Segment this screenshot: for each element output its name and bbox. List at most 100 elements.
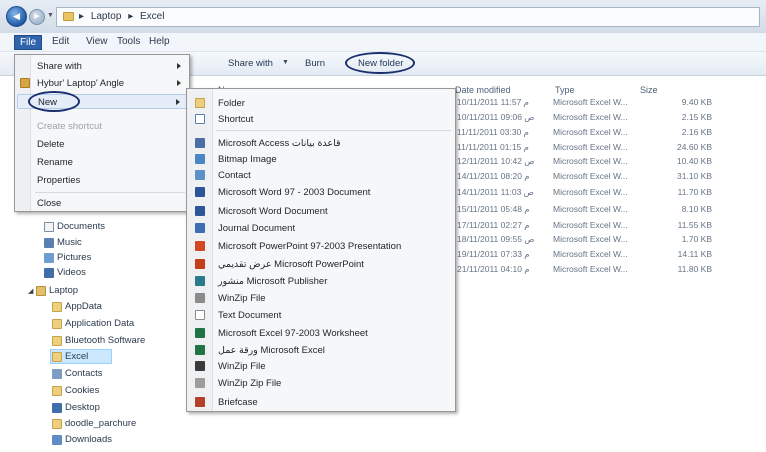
type-cell: Microsoft Excel W... (553, 249, 628, 259)
nav-item-label: Contacts (65, 368, 103, 379)
table-row[interactable]: 18/11/2011 ص 09:55 Microsoft Excel W... 1.… (455, 233, 717, 247)
table-row[interactable]: 10/11/2011 ص 09:06 Microsoft Excel W... 2.… (455, 111, 717, 125)
user-folder-icon (36, 286, 46, 296)
menu-file[interactable]: File (14, 35, 42, 50)
table-row[interactable]: 14/11/2011 م 08:20 Microsoft Excel W... 31… (455, 170, 717, 184)
nav-item-excel[interactable]: Excel (0, 350, 180, 364)
desktop-icon (52, 403, 62, 413)
table-row[interactable]: 14/11/2011 ص 11:03 Microsoft Excel W... 11… (455, 186, 717, 200)
table-row[interactable]: 10/11/2011 م 11:57 Microsoft Excel W... 9.… (455, 96, 717, 110)
table-row[interactable]: 19/11/2011 م 07:33 Microsoft Excel W... 14… (455, 248, 717, 262)
nav-item-label: doodle_parchure (65, 418, 137, 429)
new-item-text-document[interactable]: Text Document (189, 308, 454, 323)
new-item-bitmap-image[interactable]: Bitmap Image (189, 152, 454, 167)
forward-button[interactable]: ▶ (29, 9, 45, 25)
menu-edit[interactable]: Edit (52, 36, 69, 47)
new-item-powerpoint-97-2003[interactable]: Microsoft PowerPoint 97-2003 Presentatio… (189, 239, 454, 254)
table-row[interactable]: 17/11/2011 م 02:27 Microsoft Excel W... 11… (455, 219, 717, 233)
new-item-journal-document[interactable]: Journal Document (189, 221, 454, 236)
new-item-winzip-file-2[interactable]: WinZip File (189, 359, 454, 374)
new-item-shortcut[interactable]: Shortcut (189, 112, 454, 127)
back-button[interactable]: ◀ (6, 6, 27, 27)
new-item-publisher[interactable]: منشور Microsoft Publisher (189, 274, 454, 289)
address-bar[interactable]: ▸ Laptop ▸ Excel (56, 7, 760, 27)
menu-item-label: Create shortcut (37, 121, 102, 132)
nav-item-contacts[interactable]: Contacts (0, 367, 180, 381)
menu-item-properties[interactable]: Properties (17, 173, 188, 188)
nav-item-appdata[interactable]: AppData (0, 300, 180, 314)
new-item-excel-97-2003[interactable]: Microsoft Excel 97-2003 Worksheet (189, 326, 454, 341)
menu-view[interactable]: View (86, 36, 108, 47)
menu-tools[interactable]: Tools (117, 36, 140, 47)
column-header-type[interactable]: Type (555, 85, 575, 95)
menu-item-label: Delete (37, 139, 65, 150)
nav-item-downloads[interactable]: Downloads (0, 433, 180, 447)
back-arrow-icon: ◀ (13, 11, 20, 21)
breadcrumb-item-laptop[interactable]: Laptop (91, 11, 122, 22)
date-cell: 14/11/2011 م 08:20 (457, 171, 530, 181)
date-cell: 21/11/2011 م 04:10 (457, 264, 530, 274)
new-item-folder[interactable]: Folder (189, 96, 454, 111)
type-cell: Microsoft Excel W... (553, 220, 628, 230)
new-item-access-database[interactable]: Microsoft Access قاعدة بيانات (189, 136, 454, 151)
size-cell: 1.70 KB (681, 234, 712, 244)
table-row[interactable]: 21/11/2011 م 04:10 Microsoft Excel W... 11… (455, 263, 717, 277)
date-cell: 11/11/2011 م 03:30 (457, 127, 529, 137)
table-row[interactable]: 15/11/2011 م 05:48 Microsoft Excel W... 8.… (455, 203, 717, 217)
column-header-date-modified[interactable]: Date modified (455, 85, 511, 95)
briefcase-icon (195, 397, 205, 407)
nav-item-laptop[interactable]: Laptop (0, 284, 180, 298)
table-row[interactable]: 11/11/2011 م 03:30 Microsoft Excel W... 2.… (455, 126, 717, 140)
new-item-briefcase[interactable]: Briefcase (189, 395, 454, 410)
new-item-word-97-2003[interactable]: Microsoft Word 97 - 2003 Document (189, 185, 454, 200)
burn-button[interactable]: Burn (305, 58, 325, 69)
nav-item-desktop[interactable]: Desktop (0, 401, 180, 415)
new-item-winzip-zip-file[interactable]: WinZip Zip File (189, 376, 454, 391)
nav-item-application-data[interactable]: Application Data (0, 317, 180, 331)
new-item-powerpoint-presentation[interactable]: عرض تقديمي Microsoft PowerPoint (189, 257, 454, 272)
recent-pages-chevron-icon[interactable]: ▼ (47, 12, 54, 19)
share-with-button[interactable]: Share with (228, 58, 273, 69)
nav-item-label: Laptop (49, 285, 79, 296)
annotation-circle (345, 52, 415, 74)
column-header-size[interactable]: Size (640, 85, 658, 95)
table-row[interactable]: 12/11/2011 ص 10:42 Microsoft Excel W... 10… (455, 155, 717, 169)
nav-item-documents[interactable]: Documents (0, 220, 180, 234)
menu-item-program-extension[interactable]: Hybur' Laptop' Angle (17, 76, 188, 91)
submenu-arrow-icon (177, 63, 181, 69)
table-row[interactable]: 11/11/2011 م 01:15 Microsoft Excel W... 24… (455, 141, 717, 155)
menu-item-label: Microsoft Word Document (218, 206, 328, 217)
folder-icon (195, 98, 205, 108)
new-item-excel-worksheet[interactable]: ورقة عمل Microsoft Excel (189, 343, 454, 358)
nav-item-videos[interactable]: Videos (0, 266, 180, 280)
nav-item-bluetooth-software[interactable]: Bluetooth Software (0, 334, 180, 348)
menu-item-close[interactable]: Close (17, 196, 188, 211)
menu-help[interactable]: Help (149, 36, 170, 47)
annotation-circle (28, 91, 80, 112)
music-icon (44, 238, 54, 248)
new-submenu: Folder Shortcut Microsoft Access قاعدة ب… (186, 88, 456, 412)
menu-item-rename[interactable]: Rename (17, 155, 188, 170)
menu-item-delete[interactable]: Delete (17, 137, 188, 152)
menu-item-share-with[interactable]: Share with (17, 59, 188, 74)
date-cell: 18/11/2011 ص 09:55 (457, 234, 535, 244)
breadcrumb-separator-icon[interactable]: ▸ (79, 11, 84, 22)
menu-item-label: Microsoft PowerPoint 97-2003 Presentatio… (218, 241, 402, 252)
breadcrumb-item-excel[interactable]: Excel (140, 11, 164, 22)
new-item-contact[interactable]: Contact (189, 168, 454, 183)
nav-item-music[interactable]: Music (0, 236, 180, 250)
menu-item-label: عرض تقديمي Microsoft PowerPoint (218, 259, 364, 270)
nav-item-doodle-parchure[interactable]: doodle_parchure (0, 417, 180, 431)
new-item-winzip-file[interactable]: WinZip File (189, 291, 454, 306)
menu-item-label: Share with (37, 61, 82, 72)
nav-item-cookies[interactable]: Cookies (0, 384, 180, 398)
nav-item-pictures[interactable]: Pictures (0, 251, 180, 265)
folder-icon (63, 12, 74, 21)
new-item-word-document[interactable]: Microsoft Word Document (189, 204, 454, 219)
nav-item-label: Downloads (65, 434, 112, 445)
chevron-down-icon[interactable]: ▼ (282, 59, 289, 66)
winzip-icon (195, 293, 205, 303)
menu-item-label: WinZip File (218, 293, 266, 304)
breadcrumb-separator-icon[interactable]: ▸ (128, 11, 133, 22)
size-cell: 24.60 KB (677, 142, 712, 152)
